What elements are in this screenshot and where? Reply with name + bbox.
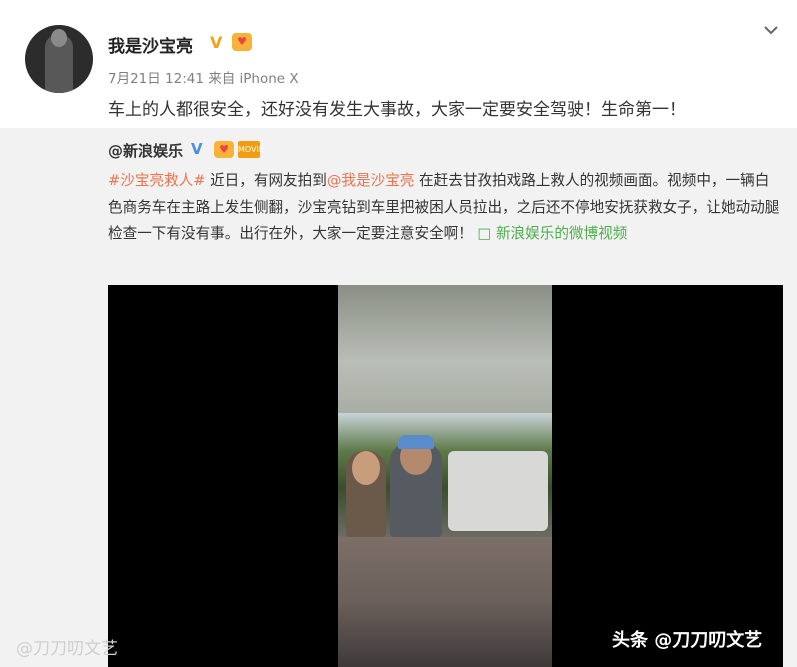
mention-link[interactable]: @我是沙宝亮 [327,172,415,189]
avatar[interactable] [25,25,93,93]
video-link[interactable]: 新浪娱乐的微博视频 [496,225,627,242]
repost-text: #沙宝亮救人# 近日，有网友拍到@我是沙宝亮 在赶去甘孜拍戏路上救人的视频画面。… [108,168,783,248]
movie-badge-icon: MOVIE [238,141,264,158]
car-image [448,451,548,531]
chevron-down-icon[interactable] [761,20,781,40]
watermark-left: @刀刀叨文艺 [16,639,118,659]
post-text: 车上的人都很安全，还好没有发生大事故，大家一定要安全驾驶！生命第一！ [108,100,686,120]
watermark-right: 头条 @刀刀叨文艺 [612,630,763,651]
repost-fan-badge-icon: ♥ [214,141,234,158]
repost-verified-icon: V [191,140,203,158]
video-frame-bottom [338,537,552,667]
cap [398,435,434,449]
post-meta: 7月21日 12:41 来自 iPhone X [108,71,299,87]
video-player[interactable] [108,285,783,667]
video-frame-main [338,413,552,537]
repost-username[interactable]: @新浪娱乐 [108,140,183,161]
video-link-icon[interactable]: □ [478,225,496,242]
topic-link[interactable]: #沙宝亮救人# [108,172,205,189]
video-frame-top [338,285,552,413]
username[interactable]: 我是沙宝亮 [108,32,193,57]
person-left-head [352,451,380,485]
fan-badge-icon: ♥ [232,33,252,51]
repost-text-part-1: 近日，有网友拍到 [205,172,327,189]
verified-badge-icon: V [210,33,223,52]
avatar-head [51,29,67,47]
